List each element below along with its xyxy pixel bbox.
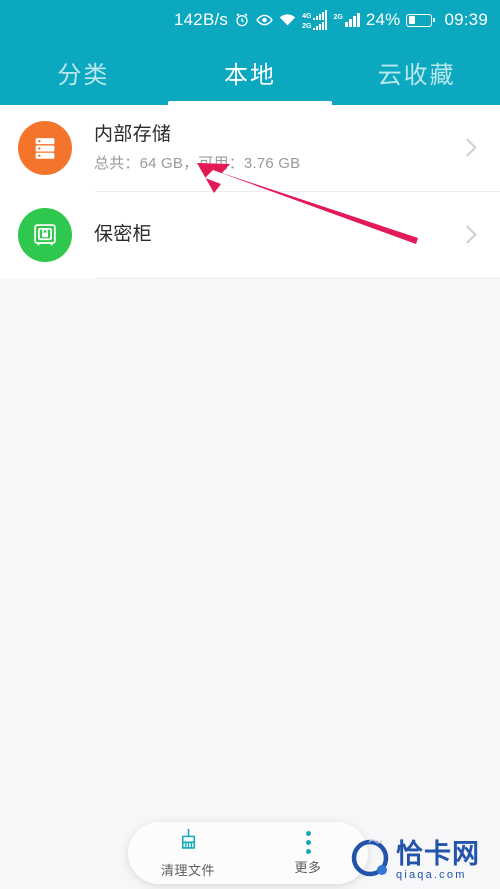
clock-time-text: 09:39 [444,10,488,29]
watermark: 〜 恰卡网 qiaqa.com [350,834,498,887]
clean-files-button[interactable]: 清理文件 [128,827,248,879]
battery-icon [406,13,436,27]
tab-local[interactable]: 本地 [167,40,334,105]
bottom-toolbar: 清理文件 更多 [128,822,368,884]
internal-storage-icon [18,121,72,175]
sim1-network-bottom-label: 2G [302,22,312,30]
list-divider [95,278,500,279]
tab-local-label: 本地 [224,62,276,89]
wifi-icon [279,13,296,27]
tab-bar: 分类 本地 云收藏 [0,40,500,105]
sim1-signal-icon: 4G 2G [302,9,328,30]
status-bar: 142B/s 4G 2G 2G 24% 09:39 [0,0,500,40]
sim1-network-top-label: 4G [302,12,312,20]
tab-category[interactable]: 分类 [0,40,167,105]
clean-files-label: 清理文件 [160,863,215,878]
alarm-clock-icon [234,12,250,28]
status-bar-group: 142B/s 4G 2G 2G 24% 09:39 [174,9,488,30]
list-item-subtitle: 总共：64 GB，可用：3.76 GB [94,155,301,173]
more-vertical-dots-icon [305,830,311,854]
battery-percent-text: 24% [365,10,401,29]
network-speed-text: 142B/s [174,10,229,29]
tab-category-label: 分类 [57,62,110,89]
watermark-swoosh-icon: 〜 [368,834,384,851]
list-item-safe[interactable]: 保密柜 [0,192,500,278]
list-item-internal-storage-body: 内部存储 总共：64 GB，可用：3.76 GB [94,123,456,174]
tab-cloud-favorites-label: 云收藏 [377,62,456,89]
bottom-toolbar-area: 清理文件 更多 〜 恰卡网 qiaqa.com [0,800,500,889]
storage-list: 内部存储 总共：64 GB，可用：3.76 GB 保密柜 [0,105,500,279]
more-label: 更多 [294,860,322,875]
list-item-internal-storage[interactable]: 内部存储 总共：64 GB，可用：3.76 GB [0,105,500,191]
broom-clean-icon [176,827,201,857]
watermark-brand-cn: 恰卡网 [396,839,480,869]
safe-lock-icon [18,208,72,262]
list-item-title: 保密柜 [94,224,152,246]
sim2-signal-icon: 2G [333,13,360,27]
chevron-right-icon[interactable] [456,137,478,159]
chevron-right-icon[interactable] [456,224,478,246]
watermark-text: 恰卡网 qiaqa.com [396,841,480,881]
list-item-title: 内部存储 [94,123,172,145]
tab-cloud-favorites[interactable]: 云收藏 [333,40,500,105]
list-item-safe-body: 保密柜 [94,223,456,247]
sim2-network-label: 2G [333,14,343,21]
eye-icon [256,13,273,27]
watermark-brand-en: qiaqa.com [396,869,467,881]
